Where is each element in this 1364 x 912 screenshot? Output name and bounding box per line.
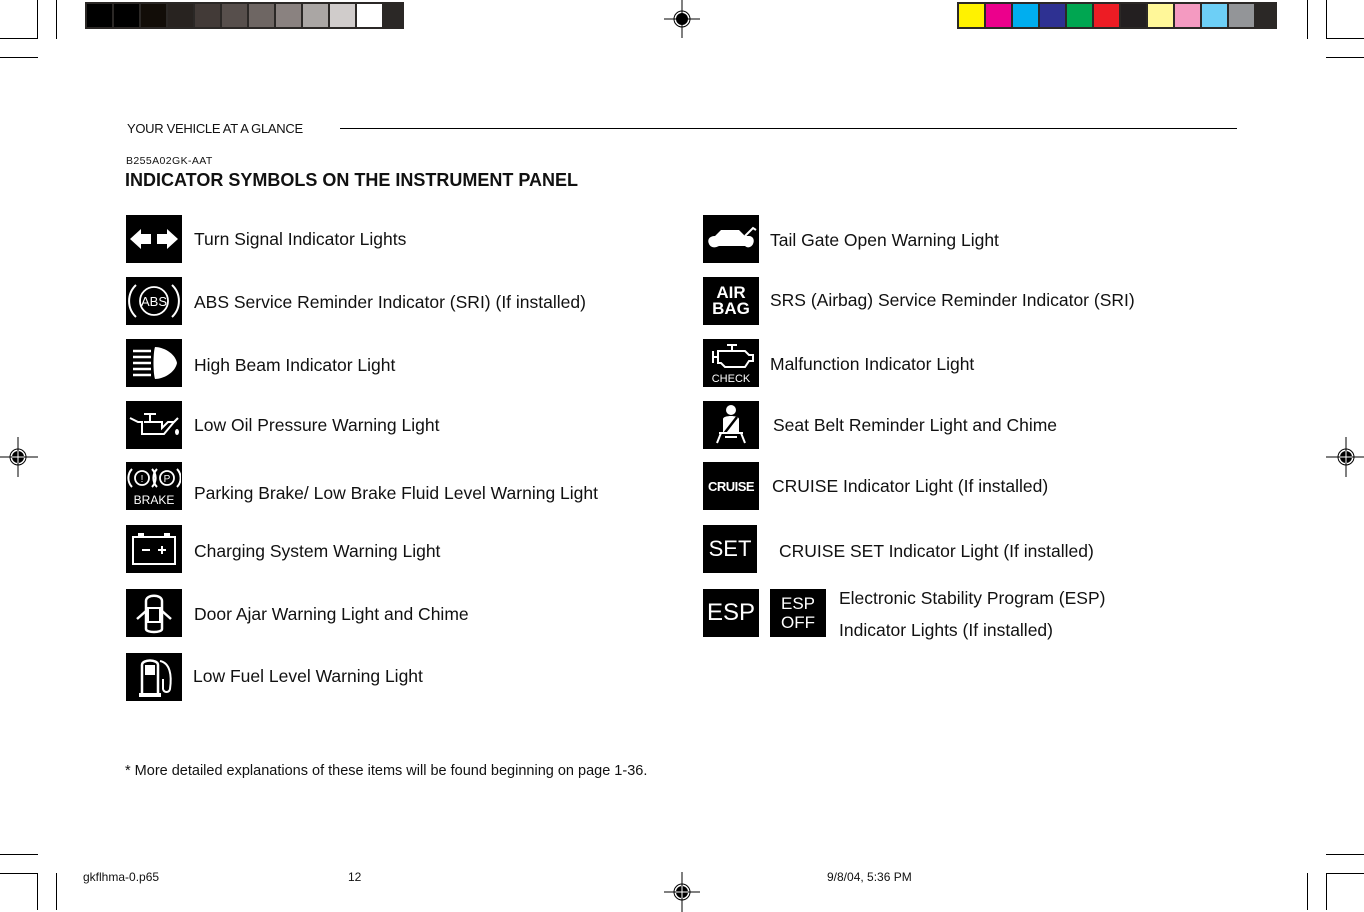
fuel-icon bbox=[126, 653, 182, 701]
crop-mark bbox=[37, 873, 38, 910]
esp-off-text: ESP bbox=[780, 594, 816, 613]
indicator-label: High Beam Indicator Light bbox=[194, 355, 396, 375]
oil-pressure-icon bbox=[126, 401, 182, 449]
crop-mark bbox=[1307, 0, 1308, 39]
svg-text:ABS: ABS bbox=[141, 294, 167, 309]
indicator-label: Low Fuel Level Warning Light bbox=[193, 666, 423, 686]
indicator-label: Low Oil Pressure Warning Light bbox=[194, 415, 440, 435]
set-icon: SET bbox=[703, 525, 757, 573]
esp-icon: ESP bbox=[703, 589, 759, 637]
crop-mark bbox=[1326, 57, 1364, 58]
color-swatch bbox=[1229, 4, 1254, 27]
indicator-label: Malfunction Indicator Light bbox=[770, 354, 975, 374]
footer-timestamp: 9/8/04, 5:36 PM bbox=[827, 870, 912, 884]
indicator-label: Door Ajar Warning Light and Chime bbox=[194, 604, 469, 624]
grayscale-swatch bbox=[114, 4, 139, 27]
color-swatch bbox=[1121, 4, 1146, 27]
turn-signal-icon bbox=[126, 215, 182, 263]
svg-text:CHECK: CHECK bbox=[712, 373, 751, 385]
footer-filename: gkflhma-0.p65 bbox=[83, 870, 160, 884]
indicator-label: Parking Brake/ Low Brake Fluid Level War… bbox=[194, 483, 598, 503]
crop-mark bbox=[1326, 854, 1364, 855]
indicator-label: CRUISE Indicator Light (If installed) bbox=[772, 476, 1049, 496]
color-swatch bbox=[1013, 4, 1038, 27]
grayscale-swatch bbox=[195, 4, 220, 27]
grayscale-swatch bbox=[87, 4, 112, 27]
indicator-label: Charging System Warning Light bbox=[194, 541, 441, 561]
registration-mark-icon bbox=[1326, 437, 1364, 477]
check-engine-icon: CHECK bbox=[703, 339, 759, 387]
grayscale-swatch bbox=[141, 4, 166, 27]
cruise-icon: CRUISE bbox=[703, 462, 759, 510]
color-swatch bbox=[1148, 4, 1173, 27]
color-swatch bbox=[1094, 4, 1119, 27]
color-swatch bbox=[1040, 4, 1065, 27]
footnote: * More detailed explanations of these it… bbox=[125, 763, 648, 779]
esp-off-text: OFF bbox=[781, 613, 815, 632]
crop-mark bbox=[1326, 0, 1327, 39]
indicator-label: SRS (Airbag) Service Reminder Indicator … bbox=[770, 290, 1135, 310]
crop-mark bbox=[56, 0, 57, 39]
svg-text:BRAKE: BRAKE bbox=[134, 493, 175, 507]
grayscale-bar bbox=[85, 2, 404, 29]
esp-off-icon: ESP OFF bbox=[770, 589, 826, 637]
document-code: B255A02GK-AAT bbox=[126, 155, 213, 167]
indicator-label: CRUISE SET Indicator Light (If installed… bbox=[779, 541, 1094, 561]
color-bar bbox=[957, 2, 1277, 29]
seat-belt-icon bbox=[703, 401, 759, 449]
grayscale-swatch bbox=[357, 4, 382, 27]
crop-mark bbox=[0, 854, 38, 855]
indicator-label: Tail Gate Open Warning Light bbox=[770, 230, 999, 250]
registration-mark-icon bbox=[0, 437, 38, 477]
crop-mark bbox=[37, 0, 38, 39]
footer-page-number: 12 bbox=[348, 870, 362, 884]
crop-mark bbox=[1326, 873, 1327, 910]
esp-text: ESP bbox=[706, 599, 756, 626]
color-swatch bbox=[1067, 4, 1092, 27]
section-header: YOUR VEHICLE AT A GLANCE bbox=[127, 121, 303, 136]
grayscale-swatch bbox=[168, 4, 193, 27]
grayscale-swatch bbox=[249, 4, 274, 27]
crop-mark bbox=[0, 873, 38, 874]
tail-gate-icon bbox=[703, 215, 759, 263]
brake-icon: ! P BRAKE bbox=[126, 462, 182, 510]
svg-text:P: P bbox=[164, 474, 171, 485]
crop-mark bbox=[56, 873, 57, 910]
high-beam-icon bbox=[126, 339, 182, 387]
crop-mark bbox=[1307, 873, 1308, 910]
page-title: INDICATOR SYMBOLS ON THE INSTRUMENT PANE… bbox=[125, 170, 579, 190]
indicator-label: Electronic Stability Program (ESP) bbox=[839, 588, 1106, 608]
set-text: SET bbox=[708, 536, 752, 561]
crop-mark bbox=[1326, 873, 1364, 874]
color-swatch bbox=[959, 4, 984, 27]
indicator-label: ABS Service Reminder Indicator (SRI) (If… bbox=[194, 292, 586, 312]
door-ajar-icon bbox=[126, 589, 182, 637]
color-swatch bbox=[1202, 4, 1227, 27]
grayscale-swatch bbox=[303, 4, 328, 27]
crop-mark bbox=[0, 57, 38, 58]
indicator-label: Seat Belt Reminder Light and Chime bbox=[773, 415, 1058, 435]
registration-mark-icon bbox=[664, 0, 700, 38]
crop-mark bbox=[1326, 38, 1364, 39]
grayscale-swatch bbox=[276, 4, 301, 27]
color-swatch bbox=[986, 4, 1011, 27]
svg-text:!: ! bbox=[141, 474, 144, 485]
battery-icon bbox=[126, 525, 182, 573]
indicator-label: Indicator Lights (If installed) bbox=[839, 620, 1053, 640]
airbag-icon: AIR BAG bbox=[703, 277, 759, 325]
grayscale-swatch bbox=[222, 4, 247, 27]
crop-mark bbox=[0, 38, 38, 39]
cruise-text: CRUISE bbox=[707, 478, 755, 494]
grayscale-swatch bbox=[330, 4, 355, 27]
airbag-text: BAG bbox=[712, 299, 750, 318]
header-rule bbox=[340, 128, 1237, 129]
color-swatch bbox=[1175, 4, 1200, 27]
indicator-label: Turn Signal Indicator Lights bbox=[194, 229, 407, 249]
registration-mark-icon bbox=[664, 872, 700, 912]
abs-icon: ABS bbox=[126, 277, 182, 325]
